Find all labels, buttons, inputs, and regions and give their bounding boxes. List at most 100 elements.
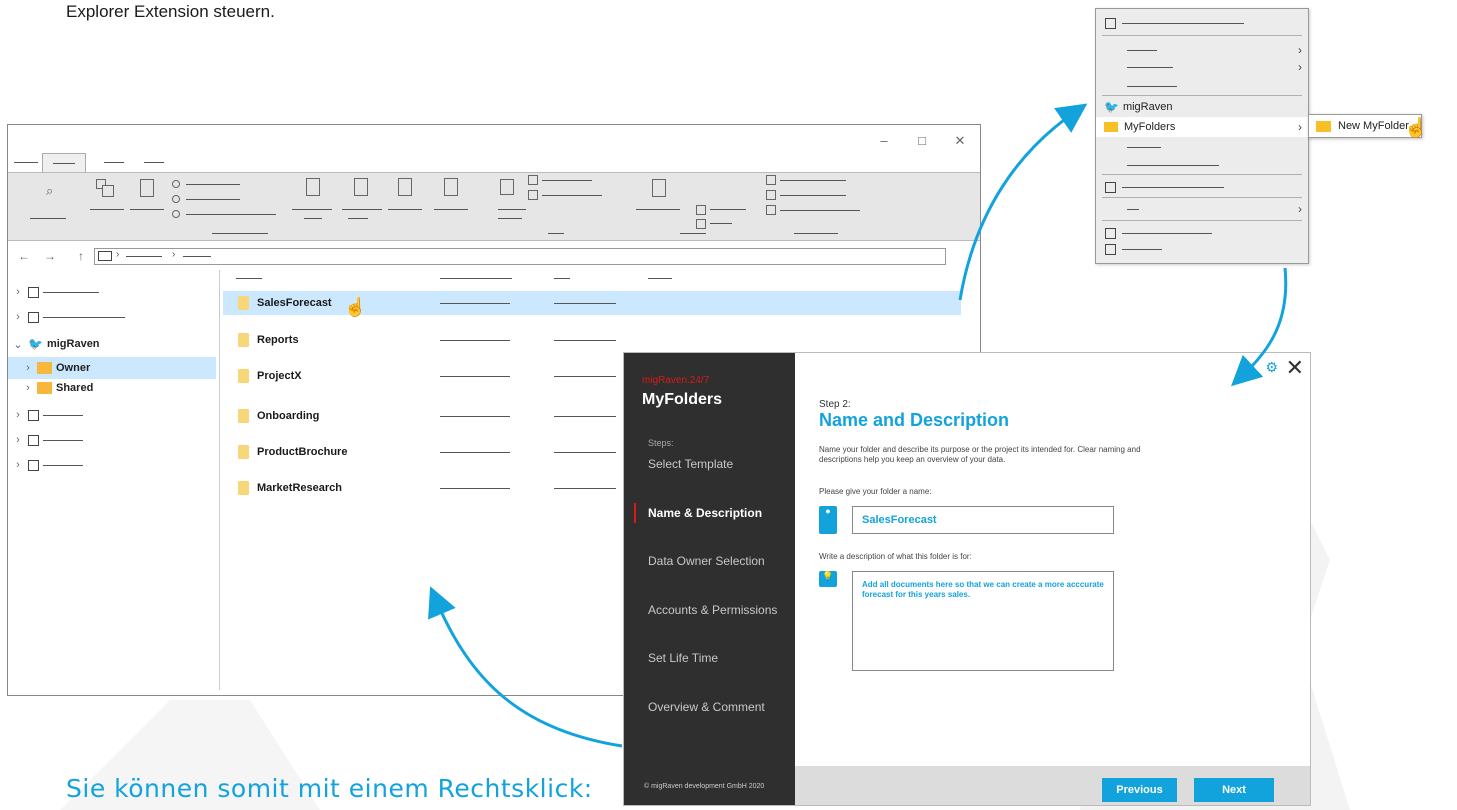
context-menu-item[interactable]: › xyxy=(1096,199,1308,219)
menu-item-icon xyxy=(1105,227,1116,239)
context-menu-item[interactable] xyxy=(1096,177,1308,197)
previous-button[interactable]: Previous xyxy=(1102,778,1177,802)
menu-item-label: MyFolders xyxy=(1124,121,1176,133)
drive-icon xyxy=(28,286,39,298)
step-description: Name your folder and describe its purpos… xyxy=(819,445,1141,464)
chevron-right-icon[interactable]: › xyxy=(12,434,24,446)
search-icon[interactable]: ⌕ xyxy=(46,183,53,199)
chevron-right-icon[interactable]: › xyxy=(12,459,24,471)
forward-icon[interactable]: → xyxy=(44,249,56,263)
title-bar: – □ ✕ xyxy=(8,125,980,165)
nav-item-migraven[interactable]: ⌄ 🐦 migRaven xyxy=(8,333,216,355)
drive-icon xyxy=(28,311,39,323)
folder-name-input[interactable]: SalesForecast xyxy=(852,506,1114,534)
navigation-pane: › › ⌄ 🐦 migRaven › Owner › Shared › › › xyxy=(8,270,220,690)
hand-cursor-icon: ☝ xyxy=(1404,118,1428,139)
ribbon-tab[interactable] xyxy=(104,162,124,163)
maximize-icon[interactable]: □ xyxy=(916,133,928,149)
migraven-logo-icon: 🐦 xyxy=(1104,100,1119,114)
file-row[interactable]: SalesForecast xyxy=(223,291,961,315)
context-menu-item[interactable] xyxy=(1096,239,1308,259)
chevron-right-icon[interactable]: › xyxy=(22,362,34,374)
properties-icon[interactable] xyxy=(652,179,666,197)
file-name: MarketResearch xyxy=(257,482,342,494)
step-accounts-permissions[interactable]: Accounts & Permissions xyxy=(648,603,777,617)
menu-item-icon xyxy=(1105,17,1116,29)
column-header[interactable] xyxy=(648,278,672,279)
migraven-logo-icon: 🐦 xyxy=(28,337,43,351)
chevron-right-icon[interactable]: › xyxy=(12,409,24,421)
up-icon[interactable]: ↑ xyxy=(78,249,84,263)
step-overview-comment[interactable]: Overview & Comment xyxy=(648,700,765,714)
folder-icon xyxy=(1104,122,1118,132)
chevron-right-icon: › xyxy=(1298,60,1302,74)
wizard-title: MyFolders xyxy=(642,391,723,408)
nav-item[interactable]: › xyxy=(8,454,216,476)
delete-icon[interactable] xyxy=(398,178,412,196)
copy-to-icon[interactable] xyxy=(354,178,368,196)
menu-item-icon xyxy=(1105,243,1116,255)
step-select-template[interactable]: Select Template xyxy=(648,457,733,471)
step-heading: Name and Description xyxy=(819,410,1010,430)
chevron-right-icon[interactable]: › xyxy=(22,382,34,394)
wizard-brand: migRaven.24/7 xyxy=(642,375,710,386)
step-data-owner-selection[interactable]: Data Owner Selection xyxy=(648,554,765,568)
folder-description-textarea[interactable]: Add all documents here so that we can cr… xyxy=(852,571,1114,671)
ribbon-tab[interactable] xyxy=(144,162,164,163)
gear-icon[interactable]: ⚙ xyxy=(1265,359,1278,376)
chevron-down-icon[interactable]: ⌄ xyxy=(12,338,24,351)
step-set-life-time[interactable]: Set Life Time xyxy=(648,651,718,665)
address-input[interactable]: › › xyxy=(94,248,946,265)
folder-icon xyxy=(1316,120,1331,132)
move-icon[interactable] xyxy=(306,178,320,196)
chevron-right-icon: › xyxy=(1298,43,1302,57)
file-row[interactable]: Reports xyxy=(223,328,961,352)
ribbon-tab[interactable] xyxy=(14,162,38,163)
close-icon[interactable]: ✕ xyxy=(954,133,966,149)
folder-icon xyxy=(238,481,249,495)
folder-icon xyxy=(238,369,249,383)
chevron-right-icon: › xyxy=(1298,202,1302,216)
step-number: Step 2: xyxy=(819,399,851,410)
context-menu-item[interactable] xyxy=(1096,13,1308,33)
chevron-right-icon[interactable]: › xyxy=(12,286,24,298)
context-menu-item-myfolders[interactable]: MyFolders › xyxy=(1096,117,1308,137)
context-menu-item-migraven[interactable]: 🐦 migRaven xyxy=(1096,97,1308,117)
column-header[interactable] xyxy=(440,278,512,279)
nav-item[interactable]: › xyxy=(8,306,216,328)
nav-item[interactable]: › xyxy=(8,404,216,426)
ribbon-tab-active[interactable] xyxy=(42,153,86,173)
next-button[interactable]: Next xyxy=(1194,778,1274,802)
file-name: ProductBrochure xyxy=(257,446,348,458)
tag-icon: ● xyxy=(819,506,837,534)
steps-label: Steps: xyxy=(648,438,674,448)
step-name-description[interactable]: Name & Description xyxy=(648,506,762,520)
submenu-item-label: New MyFolder xyxy=(1338,120,1409,132)
nav-item[interactable]: › xyxy=(8,429,216,451)
column-header[interactable] xyxy=(236,278,262,279)
lightbulb-icon: 💡 xyxy=(819,571,837,587)
nav-item-shared[interactable]: › Shared xyxy=(8,377,216,399)
paste-icon[interactable] xyxy=(140,179,154,197)
nav-item-owner[interactable]: › Owner xyxy=(8,357,216,379)
minimize-icon[interactable]: – xyxy=(878,133,890,149)
context-menu-item[interactable] xyxy=(1096,76,1308,96)
menu-item-icon xyxy=(1105,181,1116,193)
drive-icon xyxy=(28,434,39,446)
column-header[interactable] xyxy=(554,278,570,279)
context-menu-item[interactable] xyxy=(1096,155,1308,175)
file-name: Onboarding xyxy=(257,410,320,422)
context-menu-item[interactable]: › xyxy=(1096,57,1308,77)
close-icon[interactable]: ✕ xyxy=(1286,355,1304,381)
rename-icon[interactable] xyxy=(444,178,458,196)
description-label: Write a description of what this folder … xyxy=(819,552,972,561)
chevron-right-icon[interactable]: › xyxy=(12,311,24,323)
new-folder-icon[interactable] xyxy=(500,179,514,195)
menu-item-label: migRaven xyxy=(1122,101,1173,113)
file-name: ProjectX xyxy=(257,370,302,382)
folder-icon xyxy=(238,409,249,423)
context-menu-item[interactable] xyxy=(1096,137,1308,157)
nav-item[interactable]: › xyxy=(8,281,216,303)
back-icon[interactable]: ← xyxy=(18,249,30,263)
address-bar: ← → ↑ › › xyxy=(8,244,980,268)
